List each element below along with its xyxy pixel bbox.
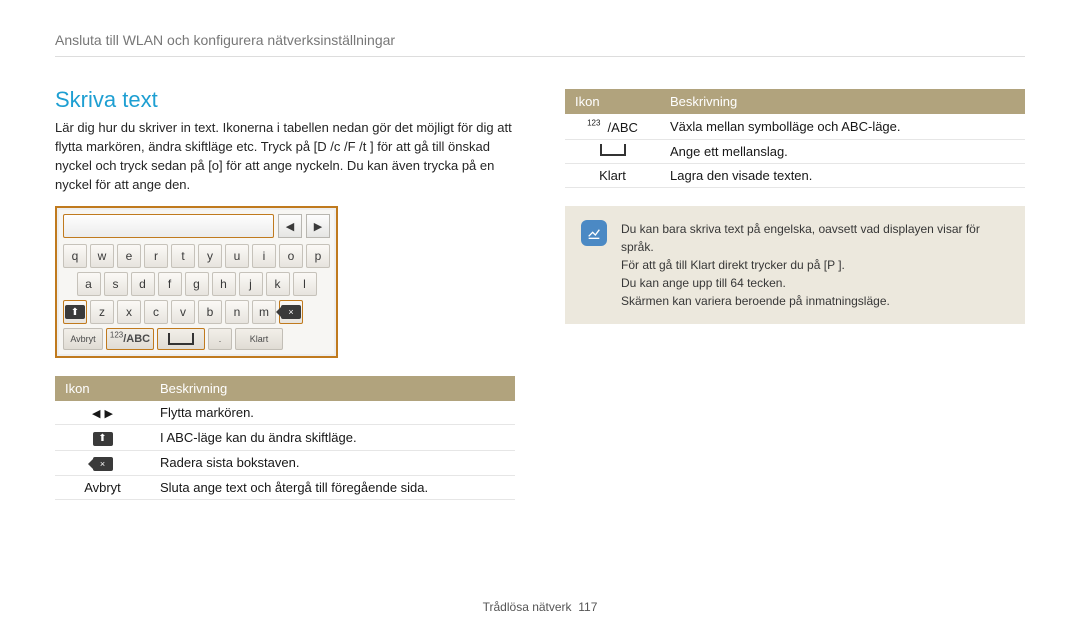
backspace-icon: ×	[281, 305, 301, 319]
cursor-right-button[interactable]: ▶	[306, 214, 330, 238]
triangle-right-icon: ▶	[314, 220, 322, 233]
note-line: Skärmen kan variera beroende på inmatnin…	[621, 292, 1009, 310]
key-space[interactable]	[157, 328, 205, 350]
key-v[interactable]: v	[171, 300, 195, 324]
key-w[interactable]: w	[90, 244, 114, 268]
th-icon: Ikon	[565, 89, 660, 114]
key-u[interactable]: u	[225, 244, 249, 268]
note-box: Du kan bara skriva text på engelska, oav…	[565, 206, 1025, 324]
shift-icon: ⬆	[65, 305, 85, 319]
abc-icon: 123/ABC	[110, 333, 150, 345]
cell-desc: Sluta ange text och återgå till föregåen…	[150, 475, 515, 499]
key-z[interactable]: z	[90, 300, 114, 324]
keyboard-textfield[interactable]	[63, 214, 274, 238]
table-row: ◀▶ Flytta markören.	[55, 401, 515, 425]
key-o[interactable]: o	[279, 244, 303, 268]
table-row: ⬆ I ABC-läge kan du ändra skiftläge.	[55, 425, 515, 451]
key-q[interactable]: q	[63, 244, 87, 268]
triangle-left-icon: ◀	[286, 220, 294, 233]
key-b[interactable]: b	[198, 300, 222, 324]
key-done[interactable]: Klart	[235, 328, 283, 350]
key-k[interactable]: k	[266, 272, 290, 296]
key-g[interactable]: g	[185, 272, 209, 296]
cell-desc: Flytta markören.	[150, 401, 515, 425]
abc-toggle-icon: 123 /ABC	[587, 120, 638, 135]
key-f[interactable]: f	[158, 272, 182, 296]
th-desc: Beskrivning	[660, 89, 1025, 114]
backspace-icon: ×	[93, 457, 113, 471]
key-abc-toggle[interactable]: 123/ABC	[106, 328, 154, 350]
key-a[interactable]: a	[77, 272, 101, 296]
key-t[interactable]: t	[171, 244, 195, 268]
icon-table-right: Ikon Beskrivning 123 /ABC Växla mellan s…	[565, 89, 1025, 188]
note-line: För att gå till Klart direkt trycker du …	[621, 256, 1009, 274]
key-p[interactable]: p	[306, 244, 330, 268]
section-title: Skriva text	[55, 87, 515, 113]
note-line: Du kan ange upp till 64 tecken.	[621, 274, 1009, 292]
table-row: Klart Lagra den visade texten.	[565, 163, 1025, 187]
table-row: Avbryt Sluta ange text och återgå till f…	[55, 475, 515, 499]
cell-icon-text: Klart	[565, 163, 660, 187]
cell-desc: Radera sista bokstaven.	[150, 450, 515, 475]
key-y[interactable]: y	[198, 244, 222, 268]
table-row: × Radera sista bokstaven.	[55, 450, 515, 475]
cell-desc: Ange ett mellanslag.	[660, 139, 1025, 163]
key-i[interactable]: i	[252, 244, 276, 268]
key-x[interactable]: x	[117, 300, 141, 324]
key-j[interactable]: j	[239, 272, 263, 296]
note-line: Du kan bara skriva text på engelska, oav…	[621, 220, 1009, 256]
onscreen-keyboard: ◀ ▶ q w e r t y u i o p a s	[55, 206, 338, 358]
key-c[interactable]: c	[144, 300, 168, 324]
key-backspace[interactable]: ×	[279, 300, 303, 324]
cell-desc: Växla mellan symbolläge och ABC-läge.	[660, 114, 1025, 139]
th-icon: Ikon	[55, 376, 150, 401]
cell-icon-text: Avbryt	[55, 475, 150, 499]
cursor-left-button[interactable]: ◀	[278, 214, 302, 238]
space-icon	[600, 144, 626, 156]
key-l[interactable]: l	[293, 272, 317, 296]
key-e[interactable]: e	[117, 244, 141, 268]
footer-label: Trådlösa nätverk	[483, 600, 572, 614]
key-n[interactable]: n	[225, 300, 249, 324]
cursor-arrows-icon: ◀▶	[92, 407, 113, 420]
key-period[interactable]: .	[208, 328, 232, 350]
th-desc: Beskrivning	[150, 376, 515, 401]
shift-icon: ⬆	[93, 432, 113, 446]
footer-page: 117	[578, 600, 597, 614]
icon-table-left: Ikon Beskrivning ◀▶ Flytta markören. ⬆ I…	[55, 376, 515, 500]
key-h[interactable]: h	[212, 272, 236, 296]
key-s[interactable]: s	[104, 272, 128, 296]
intro-text: Lär dig hur du skriver in text. Ikonerna…	[55, 119, 515, 194]
key-r[interactable]: r	[144, 244, 168, 268]
table-row: Ange ett mellanslag.	[565, 139, 1025, 163]
key-m[interactable]: m	[252, 300, 276, 324]
page-footer: Trådlösa nätverk 117	[0, 600, 1080, 614]
key-shift[interactable]: ⬆	[63, 300, 87, 324]
cell-desc: Lagra den visade texten.	[660, 163, 1025, 187]
table-row: 123 /ABC Växla mellan symbolläge och ABC…	[565, 114, 1025, 139]
key-cancel[interactable]: Avbryt	[63, 328, 103, 350]
note-icon	[581, 220, 607, 246]
breadcrumb: Ansluta till WLAN och konﬁgurera nätverk…	[55, 32, 1025, 57]
key-d[interactable]: d	[131, 272, 155, 296]
cell-desc: I ABC-läge kan du ändra skiftläge.	[150, 425, 515, 451]
space-icon	[168, 333, 194, 345]
